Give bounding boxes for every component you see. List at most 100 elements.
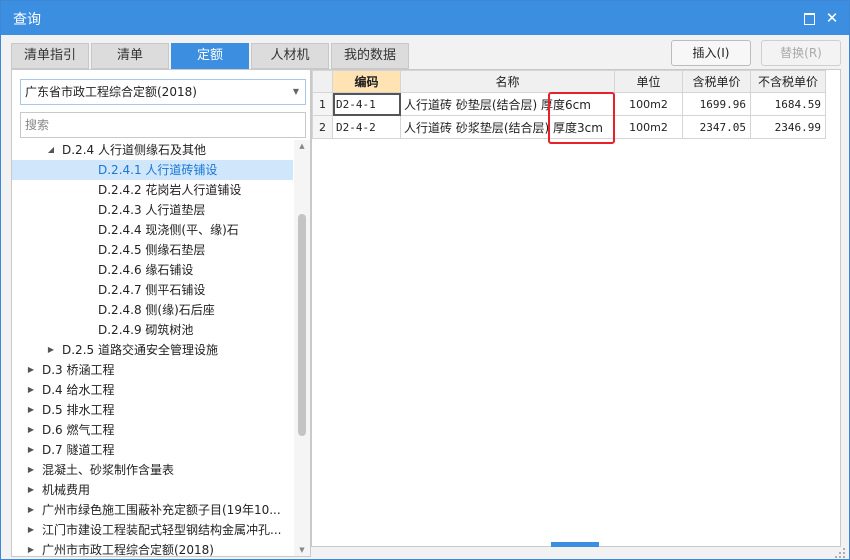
cell-code[interactable]: D2-4-1 (332, 92, 401, 116)
cell-price-tax[interactable]: 1699.96 (682, 92, 751, 116)
header-name[interactable]: 名称 (400, 70, 615, 93)
scroll-down-icon[interactable]: ▼ (294, 544, 310, 556)
cell-price-notax[interactable]: 1684.59 (750, 92, 826, 116)
cell-price-tax[interactable]: 2347.05 (682, 115, 751, 139)
tree-node-label: D.7 隧道工程 (42, 443, 115, 457)
tree-node[interactable]: ▶ D.2.5 道路交通安全管理设施 (12, 340, 293, 360)
tree-node[interactable]: ▶ D.4 给水工程 (12, 380, 293, 400)
tree-node[interactable]: D.2.4.2 花岗岩人行道铺设 (12, 180, 293, 200)
title-bar: 查询 ✕ (1, 1, 849, 35)
tree-node-label: D.2.4.8 侧(缘)石后座 (98, 303, 215, 317)
row-number: 2 (312, 115, 333, 139)
chevron-down-icon: ▼ (292, 87, 299, 96)
insert-button[interactable]: 插入(I) (671, 40, 751, 66)
close-icon[interactable]: ✕ (823, 9, 841, 27)
cell-name[interactable]: 人行道砖 砂浆垫层(结合层) 厚度3cm (400, 115, 615, 139)
tree-node[interactable]: ▶ 广州市市政工程综合定额(2018) (12, 540, 293, 556)
tree-node-label: 广州市绿色施工围蔽补充定额子目(19年10... (42, 503, 281, 517)
table-row[interactable]: 1 D2-4-1 人行道砖 砂垫层(结合层) 厚度6cm 100m2 1699.… (312, 92, 826, 116)
tree-node[interactable]: D.2.4.4 现浇侧(平、缘)石 (12, 220, 293, 240)
collapsed-arrow-icon[interactable]: ▶ (26, 520, 36, 540)
scroll-up-icon[interactable]: ▲ (294, 140, 310, 152)
query-dialog: 查询 ✕ 清单指引 清单 定额 人材机 我的数据 插入(I) 替换(R) 广东省… (0, 0, 850, 560)
cell-name[interactable]: 人行道砖 砂垫层(结合层) 厚度6cm (400, 92, 615, 116)
collapsed-arrow-icon[interactable]: ▶ (26, 500, 36, 520)
tree-node[interactable]: D.2.4.6 缘石铺设 (12, 260, 293, 280)
tree-node-label: D.2.4.7 侧平石铺设 (98, 283, 206, 297)
tree-node[interactable]: ▶ 混凝土、砂浆制作含量表 (12, 460, 293, 480)
tree-node[interactable]: ◢ D.2.4 人行道侧缘石及其他 (12, 140, 293, 160)
tree-node-label: D.2.4.5 侧缘石垫层 (98, 243, 206, 257)
tree-node-label: 江门市建设工程装配式轻型钢结构金属冲孔... (42, 523, 282, 537)
tree-node-label: D.2.5 道路交通安全管理设施 (62, 343, 218, 357)
header-price-tax[interactable]: 含税单价 (682, 70, 751, 93)
window-title: 查询 (13, 12, 41, 28)
tree-node-label: D.6 燃气工程 (42, 423, 115, 437)
collapsed-arrow-icon[interactable]: ▶ (26, 480, 36, 500)
tree-node[interactable]: ▶ 广州市绿色施工围蔽补充定额子目(19年10... (12, 500, 293, 520)
collapsed-arrow-icon[interactable]: ▶ (26, 420, 36, 440)
tree-node[interactable]: ▶ D.5 排水工程 (12, 400, 293, 420)
tree-node[interactable]: D.2.4.1 人行道砖铺设 (12, 160, 293, 180)
quota-tree: ◢ D.2.4 人行道侧缘石及其他 D.2.4.1 人行道砖铺设 D.2.4.2 花岗… (12, 140, 293, 556)
tree-scrollbar[interactable]: ▲ ▼ (294, 140, 310, 556)
cell-code[interactable]: D2-4-2 (332, 115, 401, 139)
resize-grip-icon[interactable] (834, 547, 846, 559)
tree-node-label: D.4 给水工程 (42, 383, 115, 397)
collapsed-arrow-icon[interactable]: ▶ (26, 460, 36, 480)
tree-node-label: 广州市市政工程综合定额(2018) (42, 543, 214, 556)
header-unit[interactable]: 单位 (614, 70, 683, 93)
tab-bill-guide[interactable]: 清单指引 (11, 43, 89, 69)
quota-library-value: 广东省市政工程综合定额(2018) (25, 85, 197, 99)
cell-price-notax[interactable]: 2346.99 (750, 115, 826, 139)
tree-node-label: D.2.4.9 砌筑树池 (98, 323, 194, 337)
tab-quota[interactable]: 定额 (171, 43, 249, 69)
tree-node[interactable]: ▶ 机械费用 (12, 480, 293, 500)
replace-button[interactable]: 替换(R) (761, 40, 841, 66)
search-input[interactable] (20, 112, 306, 138)
quota-library-select[interactable]: 广东省市政工程综合定额(2018) ▼ (20, 79, 306, 105)
tree-node[interactable]: D.2.4.3 人行道垫层 (12, 200, 293, 220)
tab-labor-material-machine[interactable]: 人材机 (251, 43, 329, 69)
tree-node[interactable]: D.2.4.8 侧(缘)石后座 (12, 300, 293, 320)
tree-node-label: D.2.4.3 人行道垫层 (98, 203, 206, 217)
header-price-notax[interactable]: 不含税单价 (750, 70, 826, 93)
table-row[interactable]: 2 D2-4-2 人行道砖 砂浆垫层(结合层) 厚度3cm 100m2 2347… (312, 115, 826, 139)
tree-node-label: D.2.4.1 人行道砖铺设 (98, 163, 218, 177)
tree-node[interactable]: ▶ D.3 桥涵工程 (12, 360, 293, 380)
left-panel: 广东省市政工程综合定额(2018) ▼ ◢ D.2.4 人行道侧缘石及其他 D.2.… (11, 69, 311, 557)
results-table: 编码 名称 单位 含税单价 不含税单价 1 D2-4-1 人行道砖 砂垫层(结合… (312, 70, 826, 139)
collapsed-arrow-icon[interactable]: ▶ (26, 440, 36, 460)
collapsed-arrow-icon[interactable]: ▶ (46, 340, 56, 360)
collapsed-arrow-icon[interactable]: ▶ (26, 360, 36, 380)
tree-node-label: D.2.4.2 花岗岩人行道铺设 (98, 183, 242, 197)
restore-icon[interactable] (800, 9, 818, 27)
collapsed-arrow-icon[interactable]: ▶ (26, 380, 36, 400)
tree-node[interactable]: D.2.4.7 侧平石铺设 (12, 280, 293, 300)
panel-toggle-handle[interactable] (551, 542, 599, 547)
header-code[interactable]: 编码 (332, 70, 401, 93)
row-number: 1 (312, 92, 333, 116)
tree-node-label: D.2.4 人行道侧缘石及其他 (62, 143, 206, 157)
scrollbar-thumb[interactable] (298, 214, 306, 436)
tree-node-label: D.3 桥涵工程 (42, 363, 115, 377)
tree-node[interactable]: ▶ D.7 隧道工程 (12, 440, 293, 460)
tree-node-label: D.5 排水工程 (42, 403, 115, 417)
tree-node[interactable]: D.2.4.9 砌筑树池 (12, 320, 293, 340)
results-panel: 编码 名称 单位 含税单价 不含税单价 1 D2-4-1 人行道砖 砂垫层(结合… (311, 69, 841, 547)
tree-node[interactable]: ▶ 江门市建设工程装配式轻型钢结构金属冲孔... (12, 520, 293, 540)
tree-node-label: 混凝土、砂浆制作含量表 (42, 463, 175, 477)
cell-unit[interactable]: 100m2 (614, 92, 683, 116)
table-header-row: 编码 名称 单位 含税单价 不含税单价 (312, 70, 826, 93)
tab-my-data[interactable]: 我的数据 (331, 43, 409, 69)
tree-node[interactable]: ▶ D.6 燃气工程 (12, 420, 293, 440)
tree-node-label: D.2.4.4 现浇侧(平、缘)石 (98, 223, 239, 237)
tree-node-label: 机械费用 (42, 483, 91, 497)
cell-unit[interactable]: 100m2 (614, 115, 683, 139)
tree-node[interactable]: D.2.4.5 侧缘石垫层 (12, 240, 293, 260)
tree-node-label: D.2.4.6 缘石铺设 (98, 263, 194, 277)
collapsed-arrow-icon[interactable]: ▶ (26, 400, 36, 420)
collapsed-arrow-icon[interactable]: ▶ (26, 540, 36, 556)
expanded-arrow-icon[interactable]: ◢ (46, 140, 56, 160)
tab-bill[interactable]: 清单 (91, 43, 169, 69)
